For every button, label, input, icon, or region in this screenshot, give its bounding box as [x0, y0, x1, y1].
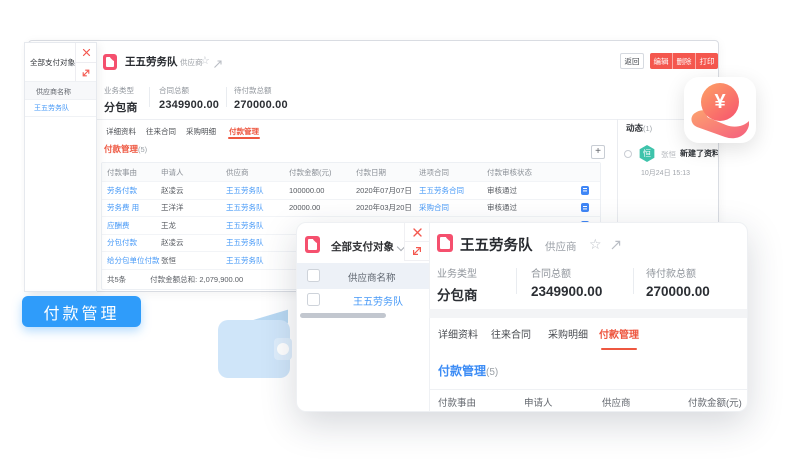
payment-reason-link[interactable]: 分包付款 — [102, 237, 161, 248]
supplier-link[interactable]: 王五劳务队 — [226, 255, 289, 266]
payment-feature-icon: ¥ — [684, 77, 756, 143]
table-header-row: 付款事由 申请人 供应商 付款金额(元) 付款日期 进项合同 付款审核状态 — [102, 163, 600, 182]
overlay-panel-controls — [404, 223, 429, 261]
row-count: 共5条 — [102, 274, 126, 285]
wallet-clasp — [277, 343, 289, 355]
info-divider — [149, 87, 150, 107]
info-business-type: 业务类型 分包商 — [437, 265, 478, 304]
activity-title: 动态(1) — [626, 122, 652, 134]
overlay-list-title[interactable]: 全部支付对象 — [331, 239, 394, 254]
horizontal-scrollbar[interactable] — [300, 313, 386, 318]
audit-status: 审核通过 — [487, 202, 572, 213]
active-tab-underline — [601, 348, 637, 350]
info-divider — [633, 268, 634, 294]
tab-contracts[interactable]: 往来合同 — [491, 326, 531, 341]
share-icon[interactable] — [213, 56, 223, 74]
table-row: 劳务付款 赵凌云 王五劳务队 100000.00 2020年07月07日 王五劳… — [102, 182, 600, 200]
tab-payment-management[interactable]: 付款管理 — [599, 326, 639, 341]
supplier-link[interactable]: 王五劳务队 — [226, 220, 289, 231]
supplier-doc-icon — [103, 54, 117, 70]
tab-detail-info[interactable]: 详细资料 — [106, 126, 136, 137]
tab-payment-management[interactable]: 付款管理 — [229, 126, 259, 137]
list-doc-icon — [305, 236, 320, 253]
tab-detail-info[interactable]: 详细资料 — [438, 326, 478, 341]
activity-dot-icon — [624, 150, 632, 158]
supplier-link[interactable]: 王五劳务队 — [226, 237, 289, 248]
row-detail-icon[interactable] — [581, 203, 589, 212]
active-tab-underline — [228, 137, 260, 139]
overlay-supplier-title: 王五劳务队 — [460, 234, 533, 255]
supplier-title: 王五劳务队 — [125, 54, 178, 69]
row-detail-icon[interactable] — [581, 186, 589, 195]
info-pending-total: 待付款总额 270000.00 — [234, 85, 288, 111]
activity-time: 10月24日 15:13 — [641, 168, 690, 178]
close-icon — [82, 48, 91, 57]
list-column-header: 供应商名称 — [25, 81, 96, 100]
yen-coin-icon: ¥ — [701, 83, 739, 121]
activity-user: 张恒 — [661, 149, 676, 160]
activity-action: 新建了资料 — [680, 148, 719, 159]
favorite-star-icon[interactable]: ☆ — [200, 54, 210, 67]
payment-reason-link[interactable]: 劳务付款 — [102, 185, 161, 196]
zoom-overlay-window: 全部支付对象 供应商名称 王五劳务队 王五劳务队 供应商 ☆ 业务类型 分包商 — [296, 222, 748, 412]
share-icon[interactable] — [610, 238, 622, 256]
payment-reason-link[interactable]: 给分包单位付款 — [102, 255, 161, 266]
payment-section-title: 付款管理(5) — [104, 143, 147, 155]
info-business-type: 业务类型 分包商 — [104, 85, 138, 115]
tab-contracts[interactable]: 往来合同 — [146, 126, 176, 137]
activity-count: (1) — [643, 124, 652, 133]
supplier-link[interactable]: 王五劳务队 — [226, 202, 289, 213]
edit-button[interactable]: 编辑 — [650, 53, 673, 69]
favorite-star-icon[interactable]: ☆ — [589, 236, 602, 253]
section-divider — [429, 309, 747, 318]
tab-purchase-detail[interactable]: 采购明细 — [186, 126, 216, 137]
info-divider — [226, 87, 227, 107]
select-all-checkbox[interactable] — [307, 269, 320, 282]
info-contract-total: 合同总额 2349900.00 — [159, 85, 219, 111]
add-payment-button[interactable]: + — [591, 145, 605, 159]
contract-link[interactable]: 采购合同 — [419, 202, 487, 213]
supplier-type-tag: 供应商 — [545, 239, 577, 254]
delete-button[interactable]: 删除 — [673, 53, 696, 69]
amount-total: 付款金额总和: 2,079,900.00 — [126, 274, 243, 285]
supplier-doc-icon — [437, 234, 453, 252]
expand-button[interactable] — [404, 242, 429, 261]
supplier-link[interactable]: 王五劳务队 — [226, 185, 289, 196]
avatar: 恒 — [639, 145, 655, 162]
app-screen: 王五劳务队 供应商 ☆ 返回 编辑 删除 打印 业务类型 分包商 合同总额 23… — [0, 0, 792, 459]
section-divider — [29, 119, 718, 120]
expand-icon — [411, 245, 423, 257]
wallet-icon — [218, 306, 292, 382]
close-icon — [412, 227, 423, 238]
supplier-list-item[interactable]: 王五劳务队 — [34, 103, 69, 113]
table-row: 劳务费 用 王洋洋 王五劳务队 20000.00 2020年03月20日 采购合… — [102, 200, 600, 218]
close-button[interactable] — [75, 43, 96, 63]
audit-status: 审核通过 — [487, 185, 572, 196]
info-contract-total: 合同总额 2349900.00 — [531, 265, 602, 299]
payment-targets-panel: 全部支付对象 供应商名称 王五劳务队 — [24, 42, 97, 292]
row-divider — [25, 116, 96, 117]
payment-reason-link[interactable]: 劳务费 用 — [102, 202, 161, 213]
action-button-group: 编辑 删除 打印 — [650, 53, 718, 69]
payment-reason-link[interactable]: 应酬费 — [102, 220, 161, 231]
payment-management-badge: 付款管理 — [22, 296, 141, 327]
panel-controls — [75, 43, 96, 83]
contract-link[interactable]: 王五劳务合同 — [419, 185, 487, 196]
overlay-table-header: 付款事由 申请人 供应商 付款金额(元) — [429, 389, 747, 412]
back-button[interactable]: 返回 — [620, 53, 644, 69]
payment-count: (5) — [486, 367, 498, 378]
expand-button[interactable] — [75, 63, 96, 83]
info-pending-total: 待付款总额 270000.00 — [646, 265, 710, 299]
close-button[interactable] — [404, 223, 429, 242]
print-button[interactable]: 打印 — [696, 53, 718, 69]
info-divider — [516, 268, 517, 294]
expand-icon — [81, 68, 91, 78]
payment-section-title: 付款管理(5) — [438, 362, 498, 379]
row-checkbox[interactable] — [307, 293, 320, 306]
tab-purchase-detail[interactable]: 采购明细 — [548, 326, 588, 341]
payment-count: (5) — [138, 145, 147, 154]
supplier-list-item[interactable]: 王五劳务队 — [353, 293, 403, 308]
